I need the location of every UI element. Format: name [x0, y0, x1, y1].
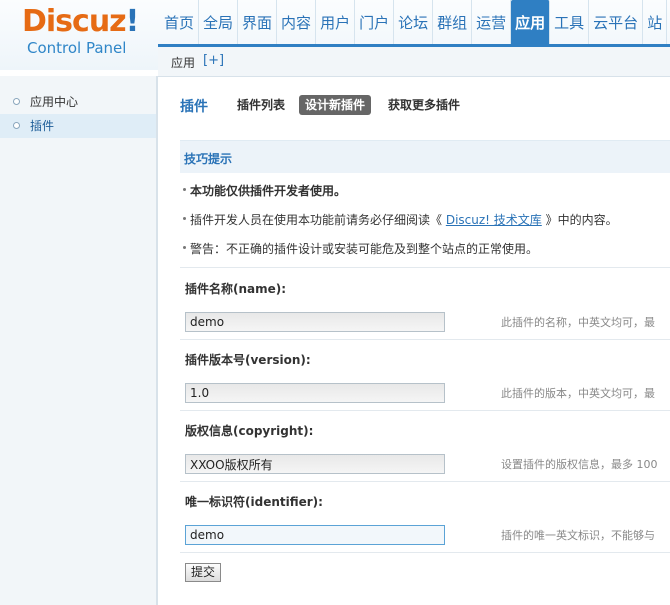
nav-tab-home[interactable]: 首页 [158, 0, 200, 44]
tips-title: 技巧提示 [184, 152, 233, 166]
breadcrumb: 应用 [171, 56, 196, 70]
bullet-icon [13, 122, 20, 129]
bullet-icon [13, 98, 20, 105]
field-hint: 插件的唯一英文标识，不能够与 [501, 529, 655, 542]
tip-item: 本功能仅供插件开发者使用。 [183, 182, 347, 199]
field-label-identifier: 唯一标识符(identifier): [185, 495, 323, 509]
divider [180, 552, 670, 553]
nav-tab-groups[interactable]: 群组 [433, 0, 473, 44]
docs-link[interactable]: Discuz! 技术文库 [446, 213, 542, 227]
field-hint: 此插件的名称，中英文均可，最 [501, 316, 655, 329]
main-content: 插件 插件列表 设计新插件 获取更多插件 技巧提示 本功能仅供插件开发者使用。 … [158, 77, 670, 605]
divider [180, 481, 670, 482]
tab-get-more-plugins[interactable]: 获取更多插件 [382, 95, 466, 115]
tip-item: 警告：不正确的插件设计或安装可能危及到整个站点的正常使用。 [183, 240, 539, 257]
nav-tab-content[interactable]: 内容 [277, 0, 317, 44]
sidebar-item-app-center[interactable]: 应用中心 [0, 90, 156, 114]
nav-tab-interface[interactable]: 界面 [238, 0, 278, 44]
tab-plugin-list[interactable]: 插件列表 [231, 95, 291, 115]
nav-tab-tools[interactable]: 工具 [550, 0, 590, 44]
tab-design-new-plugin[interactable]: 设计新插件 [299, 95, 372, 115]
tip-text: 警告：不正确的插件设计或安装可能危及到整个站点的正常使用。 [190, 242, 539, 256]
tip-text: 本功能仅供插件开发者使用。 [190, 184, 347, 198]
submit-button[interactable]: 提交 [185, 563, 222, 582]
logo[interactable]: Discuz! Control Panel [0, 0, 158, 70]
top-nav: 首页 全局 界面 内容 用户 门户 论坛 群组 运营 应用 工具 云平台站 [158, 0, 670, 44]
bullet-icon [183, 188, 186, 191]
field-hint: 设置插件的版权信息，最多 100 [501, 458, 658, 471]
plugin-name-input[interactable] [185, 312, 445, 332]
plugin-copyright-input[interactable] [185, 454, 445, 474]
tips-header: 技巧提示 [180, 140, 670, 173]
logo-subtitle: Control Panel [27, 39, 127, 57]
nav-tab-site[interactable]: 站 [643, 0, 668, 44]
bullet-icon [183, 217, 186, 220]
nav-tab-operations[interactable]: 运营 [472, 0, 512, 44]
sidebar-item-plugins[interactable]: 插件 [0, 114, 156, 138]
nav-tab-global[interactable]: 全局 [199, 0, 239, 44]
field-label-copyright: 版权信息(copyright): [185, 424, 314, 438]
plugin-identifier-input[interactable] [185, 525, 445, 545]
field-label-name: 插件名称(name): [185, 282, 287, 296]
nav-tab-users[interactable]: 用户 [316, 0, 356, 44]
tip-item: 插件开发人员在使用本功能前请务必仔细阅读《 Discuz! 技术文库 》中的内容… [183, 211, 618, 228]
nav-tab-portal[interactable]: 门户 [355, 0, 395, 44]
sidebar-item-label: 插件 [30, 119, 55, 133]
page-title: 插件 [180, 99, 208, 115]
field-hint: 此插件的版本，中英文均可，最 [501, 387, 655, 400]
divider [180, 339, 670, 340]
sidebar-item-label: 应用中心 [30, 95, 79, 109]
divider [180, 267, 670, 268]
field-label-version: 插件版本号(version): [185, 353, 311, 367]
nav-tab-forum[interactable]: 论坛 [394, 0, 434, 44]
tip-text: 》中的内容。 [541, 213, 618, 227]
tip-text: 插件开发人员在使用本功能前请务必仔细阅读《 [190, 213, 446, 227]
plugin-version-input[interactable] [185, 383, 445, 403]
sidebar: 应用中心 插件 [0, 76, 158, 605]
bullet-icon [183, 246, 186, 249]
nav-tab-apps[interactable]: 应用 [511, 0, 551, 44]
divider [180, 410, 670, 411]
nav-tab-cloud[interactable]: 云平台 [589, 0, 644, 44]
logo-brand: Discuz! [22, 4, 139, 39]
sub-nav: 应用 [+] [158, 47, 670, 77]
add-shortcut-link[interactable]: [+] [203, 53, 224, 68]
